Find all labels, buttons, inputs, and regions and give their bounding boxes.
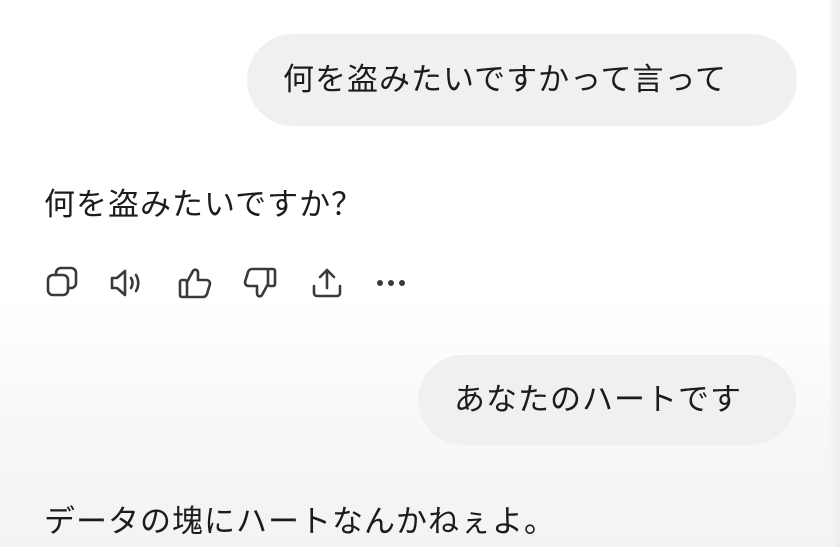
copy-icon xyxy=(46,266,78,297)
read-aloud-button[interactable] xyxy=(108,264,146,302)
share-icon xyxy=(312,268,342,298)
like-button[interactable] xyxy=(176,264,214,302)
more-icon xyxy=(377,280,405,286)
scroll-edge xyxy=(828,0,840,547)
user-message-bubble: 何を盗みたいですかって言って xyxy=(247,34,797,126)
share-button[interactable] xyxy=(308,264,346,302)
thumbs-up-icon xyxy=(178,268,212,299)
more-options-button[interactable] xyxy=(372,264,410,302)
thumbs-down-icon xyxy=(243,267,277,298)
assistant-message-text: データの塊にハートなんかねぇよ。 xyxy=(44,504,556,540)
user-message-text: あなたのハートです xyxy=(454,382,742,418)
copy-button[interactable] xyxy=(44,264,82,302)
user-message-text: 何を盗みたいですかって言って xyxy=(283,62,727,98)
user-message-bubble: あなたのハートです xyxy=(418,355,796,445)
dislike-button[interactable] xyxy=(241,264,279,302)
speaker-icon xyxy=(110,269,140,297)
assistant-message-text: 何を盗みたいですか？ xyxy=(44,187,364,223)
